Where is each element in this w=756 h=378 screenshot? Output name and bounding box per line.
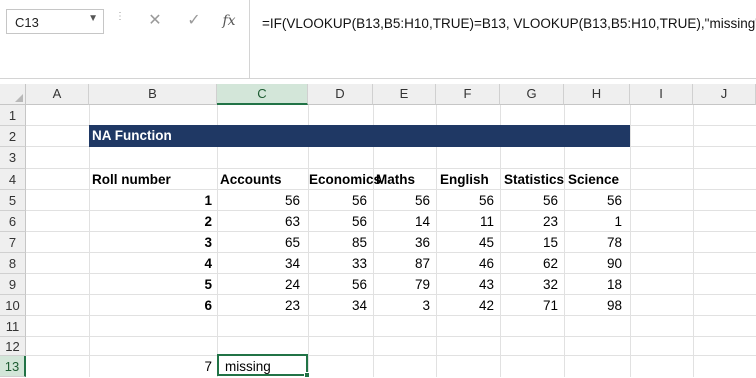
gridline bbox=[26, 294, 756, 295]
score-cell[interactable]: 3 bbox=[373, 298, 430, 313]
subject-header-statistics[interactable]: Statistics bbox=[504, 172, 564, 187]
row-header-8[interactable]: 8 bbox=[0, 253, 26, 274]
row-header-9[interactable]: 9 bbox=[0, 274, 26, 295]
score-cell[interactable]: 56 bbox=[308, 214, 367, 229]
score-cell[interactable]: 32 bbox=[500, 277, 558, 292]
column-header-d[interactable]: D bbox=[308, 84, 373, 105]
score-cell[interactable]: 23 bbox=[217, 298, 300, 313]
gridline bbox=[26, 273, 756, 274]
lookup-input-cell[interactable]: 7 bbox=[89, 359, 212, 374]
cancel-icon[interactable]: ✕ bbox=[144, 9, 166, 33]
score-cell[interactable]: 56 bbox=[308, 193, 367, 208]
column-header-j[interactable]: J bbox=[693, 84, 756, 105]
score-cell[interactable]: 15 bbox=[500, 235, 558, 250]
gridline bbox=[26, 315, 756, 316]
roll-number-header[interactable]: Roll number bbox=[92, 172, 171, 187]
score-cell[interactable]: 85 bbox=[308, 235, 367, 250]
enter-check-icon[interactable]: ✓ bbox=[183, 9, 205, 33]
gridline bbox=[26, 231, 756, 232]
select-all-button[interactable] bbox=[0, 84, 26, 105]
score-cell[interactable]: 34 bbox=[308, 298, 367, 313]
row-header-2[interactable]: 2 bbox=[0, 126, 26, 147]
row-header-6[interactable]: 6 bbox=[0, 211, 26, 232]
gridline bbox=[26, 252, 756, 253]
score-cell[interactable]: 24 bbox=[217, 277, 300, 292]
roll-number-cell[interactable]: 2 bbox=[89, 214, 212, 229]
score-cell[interactable]: 34 bbox=[217, 256, 300, 271]
column-header-f[interactable]: F bbox=[436, 84, 500, 105]
row-header-7[interactable]: 7 bbox=[0, 232, 26, 253]
subject-header-accounts[interactable]: Accounts bbox=[220, 172, 282, 187]
name-box[interactable]: C13 ▼ bbox=[6, 9, 104, 34]
row-header-4[interactable]: 4 bbox=[0, 169, 26, 190]
column-header-a[interactable]: A bbox=[26, 84, 89, 105]
gridline bbox=[26, 168, 756, 169]
subject-header-economics[interactable]: Economics bbox=[309, 172, 381, 187]
column-header-h[interactable]: H bbox=[564, 84, 630, 105]
row-header-12[interactable]: 12 bbox=[0, 337, 26, 356]
score-cell[interactable]: 79 bbox=[373, 277, 430, 292]
score-cell[interactable]: 45 bbox=[436, 235, 494, 250]
score-cell[interactable]: 46 bbox=[436, 256, 494, 271]
roll-number-cell[interactable]: 6 bbox=[89, 298, 212, 313]
score-cell[interactable]: 87 bbox=[373, 256, 430, 271]
subject-header-maths[interactable]: Maths bbox=[376, 172, 415, 187]
score-cell[interactable]: 63 bbox=[217, 214, 300, 229]
score-cell[interactable]: 11 bbox=[436, 214, 494, 229]
score-cell[interactable]: 78 bbox=[564, 235, 622, 250]
score-cell[interactable]: 56 bbox=[373, 193, 430, 208]
name-box-value: C13 bbox=[15, 15, 39, 30]
score-cell[interactable]: 98 bbox=[564, 298, 622, 313]
score-cell[interactable]: 56 bbox=[564, 193, 622, 208]
gridline bbox=[26, 355, 756, 356]
insert-function-icon[interactable]: fx bbox=[218, 9, 240, 33]
column-header-i[interactable]: I bbox=[630, 84, 693, 105]
score-cell[interactable]: 33 bbox=[308, 256, 367, 271]
chevron-down-icon[interactable]: ▼ bbox=[88, 13, 98, 24]
score-cell[interactable]: 71 bbox=[500, 298, 558, 313]
row-header-1[interactable]: 1 bbox=[0, 105, 26, 126]
score-cell[interactable]: 36 bbox=[373, 235, 430, 250]
score-cell[interactable]: 56 bbox=[217, 193, 300, 208]
column-header-e[interactable]: E bbox=[373, 84, 436, 105]
subject-header-science[interactable]: Science bbox=[568, 172, 619, 187]
score-cell[interactable]: 18 bbox=[564, 277, 622, 292]
sheet-title[interactable]: NA Function bbox=[89, 125, 630, 147]
fill-handle[interactable] bbox=[304, 372, 310, 378]
column-header-c[interactable]: C bbox=[217, 84, 308, 105]
score-cell[interactable]: 43 bbox=[436, 277, 494, 292]
score-cell[interactable]: 14 bbox=[373, 214, 430, 229]
subject-header-english[interactable]: English bbox=[440, 172, 489, 187]
column-header-b[interactable]: B bbox=[89, 84, 217, 105]
row-header-10[interactable]: 10 bbox=[0, 295, 26, 316]
row-header-13[interactable]: 13 bbox=[0, 356, 26, 377]
score-cell[interactable]: 62 bbox=[500, 256, 558, 271]
score-cell[interactable]: 56 bbox=[308, 277, 367, 292]
formula-input[interactable]: =IF(VLOOKUP(B13,B5:H10,TRUE)=B13, VLOOKU… bbox=[262, 16, 756, 31]
select-all-icon bbox=[15, 94, 23, 102]
formula-bar-border bbox=[0, 78, 756, 79]
score-cell[interactable]: 42 bbox=[436, 298, 494, 313]
score-cell[interactable]: 1 bbox=[564, 214, 622, 229]
score-cell[interactable]: 65 bbox=[217, 235, 300, 250]
score-cell[interactable]: 23 bbox=[500, 214, 558, 229]
row-header-5[interactable]: 5 bbox=[0, 190, 26, 211]
roll-number-cell[interactable]: 1 bbox=[89, 193, 212, 208]
column-header-g[interactable]: G bbox=[500, 84, 564, 105]
active-cell-border[interactable] bbox=[217, 354, 308, 376]
formula-divider bbox=[249, 0, 250, 78]
row-header-3[interactable]: 3 bbox=[0, 147, 26, 169]
drag-handle-icon[interactable]: ⋮ bbox=[115, 12, 125, 32]
row-header-11[interactable]: 11 bbox=[0, 316, 26, 337]
score-cell[interactable]: 90 bbox=[564, 256, 622, 271]
score-cell[interactable]: 56 bbox=[500, 193, 558, 208]
roll-number-cell[interactable]: 4 bbox=[89, 256, 212, 271]
roll-number-cell[interactable]: 5 bbox=[89, 277, 212, 292]
formula-bar-area: C13 ▼ ⋮ ✕ ✓ fx =IF(VLOOKUP(B13,B5:H10,TR… bbox=[0, 0, 756, 78]
score-cell[interactable]: 56 bbox=[436, 193, 494, 208]
roll-number-cell[interactable]: 3 bbox=[89, 235, 212, 250]
gridline bbox=[26, 189, 756, 190]
gridline bbox=[26, 210, 756, 211]
gridline bbox=[26, 336, 756, 337]
